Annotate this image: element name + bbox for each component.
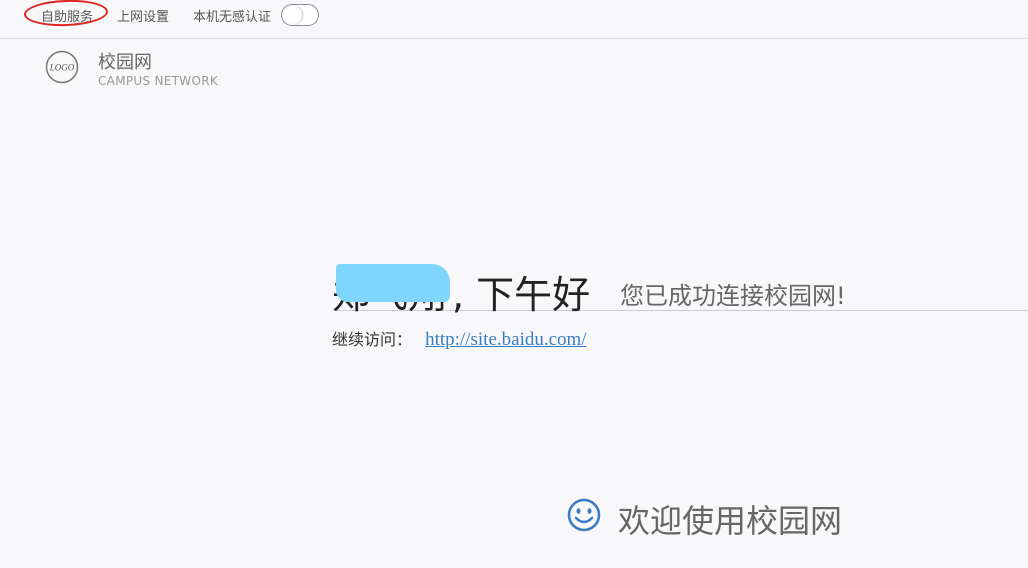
self-service-link[interactable]: 自助服务 xyxy=(23,0,109,28)
logo-icon: LOGO xyxy=(45,50,79,84)
toggle-knob xyxy=(284,6,302,24)
top-bar: 自助服务 上网设置 本机无感认证 xyxy=(0,0,1028,39)
seamless-auth-label: 本机无感认证 xyxy=(193,10,272,25)
greeting-text: , 下午好 xyxy=(452,273,591,317)
brand-subtitle: CAMPUS NETWORK xyxy=(98,74,218,88)
redaction-mask xyxy=(336,264,450,302)
seamless-auth-toggle[interactable] xyxy=(281,4,319,26)
smile-icon xyxy=(567,498,601,532)
continue-url-link[interactable]: http://site.baidu.com/ xyxy=(425,329,586,350)
net-settings-link[interactable]: 上网设置 xyxy=(117,6,169,25)
success-message: 您已成功连接校园网! xyxy=(620,282,846,310)
self-service-label: 自助服务 xyxy=(41,10,94,25)
continue-label: 继续访问： xyxy=(332,330,413,349)
continue-row: 继续访问： http://site.baidu.com/ xyxy=(332,326,587,351)
brand-title: 校园网 xyxy=(98,52,152,73)
logo-text: LOGO xyxy=(49,63,75,73)
welcome-text: 欢迎使用校园网 xyxy=(618,502,843,540)
greeting-row: 郑飞翔 , 下午好 您已成功连接校园网! xyxy=(332,258,1028,317)
